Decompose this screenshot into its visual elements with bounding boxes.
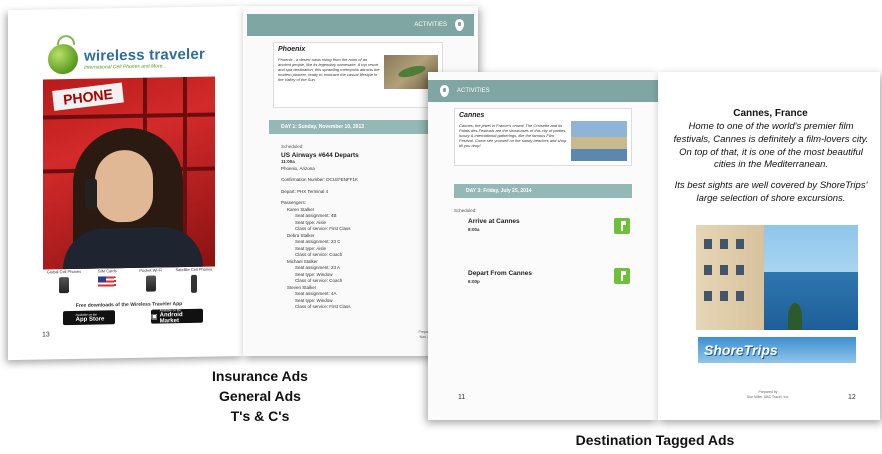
android-icon: ▣ xyxy=(151,313,158,321)
destination-card: Cannes Cannes, the jewel in France's cro… xyxy=(454,108,632,166)
activities-label: ACTIVITIES xyxy=(457,88,490,94)
event-item: Arrive at Cannes 8:00a xyxy=(468,218,520,234)
destination-text: Cannes, the jewel in France's crown! The… xyxy=(459,123,567,148)
passenger-item: Steven Stalker Seat assignment: 4A Seat … xyxy=(287,284,351,310)
map-pin-icon xyxy=(440,85,449,97)
app-store-buttons: Available on the App Store ▣ Available o… xyxy=(63,308,203,326)
day-header: DAY 3: Friday, July 25, 2014 xyxy=(454,184,632,198)
event-time: 6:00p xyxy=(468,279,480,284)
description-paragraph: Home to one of the world's premier film … xyxy=(673,121,869,171)
activities-header: ACTIVITIES xyxy=(247,14,474,36)
event-title: Arrive at Cannes xyxy=(468,218,520,225)
flight-details: US Airways #644 Departs 11:00a Phoenix, … xyxy=(281,152,451,311)
passenger-item: Michael Stalker Seat assignment: 23 A Se… xyxy=(287,258,343,284)
day-header: DAY 1: Sunday, November 10, 2013 xyxy=(269,120,447,134)
flag-icon[interactable] xyxy=(614,218,630,234)
description-paragraph: Its best sights are well covered by Shor… xyxy=(674,180,868,205)
flight-place: Phoenix, Arizona xyxy=(281,165,315,171)
caption-right: Destination Tagged Ads xyxy=(575,432,735,448)
shoretrips-logo: ShoreTrips xyxy=(698,337,856,363)
prepared-by: Prepared by Sue Miller, ABC Travel, Inc. xyxy=(746,390,790,399)
destination-text: Phoenix - a desert oasis rising from the… xyxy=(278,57,380,82)
destination-ad-page: Cannes, France Home to one of the world'… xyxy=(658,72,880,420)
destination-description: Home to one of the world's premier film … xyxy=(672,121,870,206)
destination-title: Cannes xyxy=(459,112,485,119)
logo-tagline: International Cell Phones and More... xyxy=(84,62,167,71)
cell-phone-icon xyxy=(59,277,69,294)
cannes-harbor-photo xyxy=(571,121,627,161)
depart-terminal: Depart: PHX Terminal 4 xyxy=(281,188,329,194)
confirmation-number: Confirmation Number: DCUS*ENFF1K xyxy=(281,177,359,183)
page-number: 13 xyxy=(42,331,50,339)
passenger-list: Karen Stalker Seat assignment: 4B Seat t… xyxy=(281,207,451,311)
event-item: Depart From Cannes 6:00p xyxy=(468,270,532,286)
flag-icon[interactable] xyxy=(614,268,630,284)
flight-title: US Airways #644 Departs xyxy=(281,152,359,159)
product-list: Global Cell Phones SIM Cards Pocket Wi-F… xyxy=(43,266,215,295)
scheduled-label: Scheduled: xyxy=(454,208,477,213)
page-number: 11 xyxy=(458,394,466,401)
destination-card: Phoenix Phoenix - a desert oasis rising … xyxy=(273,42,443,108)
wireless-traveler-logo: wireless traveler International Cell Pho… xyxy=(48,39,213,78)
activities-label: ACTIVITIES xyxy=(414,22,447,28)
logo-name: wireless traveler xyxy=(84,45,205,65)
passenger-item: Debra Stalker Seat assignment: 23 C Seat… xyxy=(287,232,343,258)
event-time: 8:00a xyxy=(468,227,480,232)
itinerary-page: ACTIVITIES Cannes Cannes, the jewel in F… xyxy=(428,72,658,420)
page-number: 12 xyxy=(848,394,856,401)
product-item: Satellite Cell Phones xyxy=(173,266,215,293)
product-item: SIM Cards xyxy=(86,268,128,295)
destination-heading: Cannes, France xyxy=(733,108,808,119)
ad-page: wireless traveler International Cell Pho… xyxy=(8,6,243,361)
passenger-item: Karen Stalker Seat assignment: 4B Seat t… xyxy=(287,206,351,232)
globe-icon xyxy=(48,43,78,75)
booklet-destination-ads: ACTIVITIES Cannes Cannes, the jewel in F… xyxy=(428,72,880,422)
phone-sign: PHONE xyxy=(52,82,124,111)
product-item: Pocket Wi-Fi xyxy=(130,267,172,294)
caption-left: Insurance Ads General Ads T's & C's xyxy=(212,368,308,424)
activities-header: ACTIVITIES xyxy=(428,80,658,102)
wifi-device-icon xyxy=(145,275,156,292)
cell-phone-icon xyxy=(85,178,97,209)
android-market-button[interactable]: ▣ Available on the Android Market xyxy=(151,308,203,324)
cannes-city-photo xyxy=(696,225,858,330)
satellite-phone-icon xyxy=(190,274,197,293)
ad-photo-woman-phone-booth: PHONE xyxy=(43,76,215,270)
us-flag-icon xyxy=(98,276,117,289)
product-item: Global Cell Phones xyxy=(43,269,85,296)
event-title: Depart From Cannes xyxy=(468,270,532,277)
app-store-button[interactable]: Available on the App Store xyxy=(63,310,115,326)
booklet-insurance-ads: wireless traveler International Cell Pho… xyxy=(8,6,478,361)
scheduled-label: Scheduled: xyxy=(281,144,304,149)
map-pin-icon xyxy=(455,19,464,31)
destination-title: Phoenix xyxy=(278,46,306,53)
